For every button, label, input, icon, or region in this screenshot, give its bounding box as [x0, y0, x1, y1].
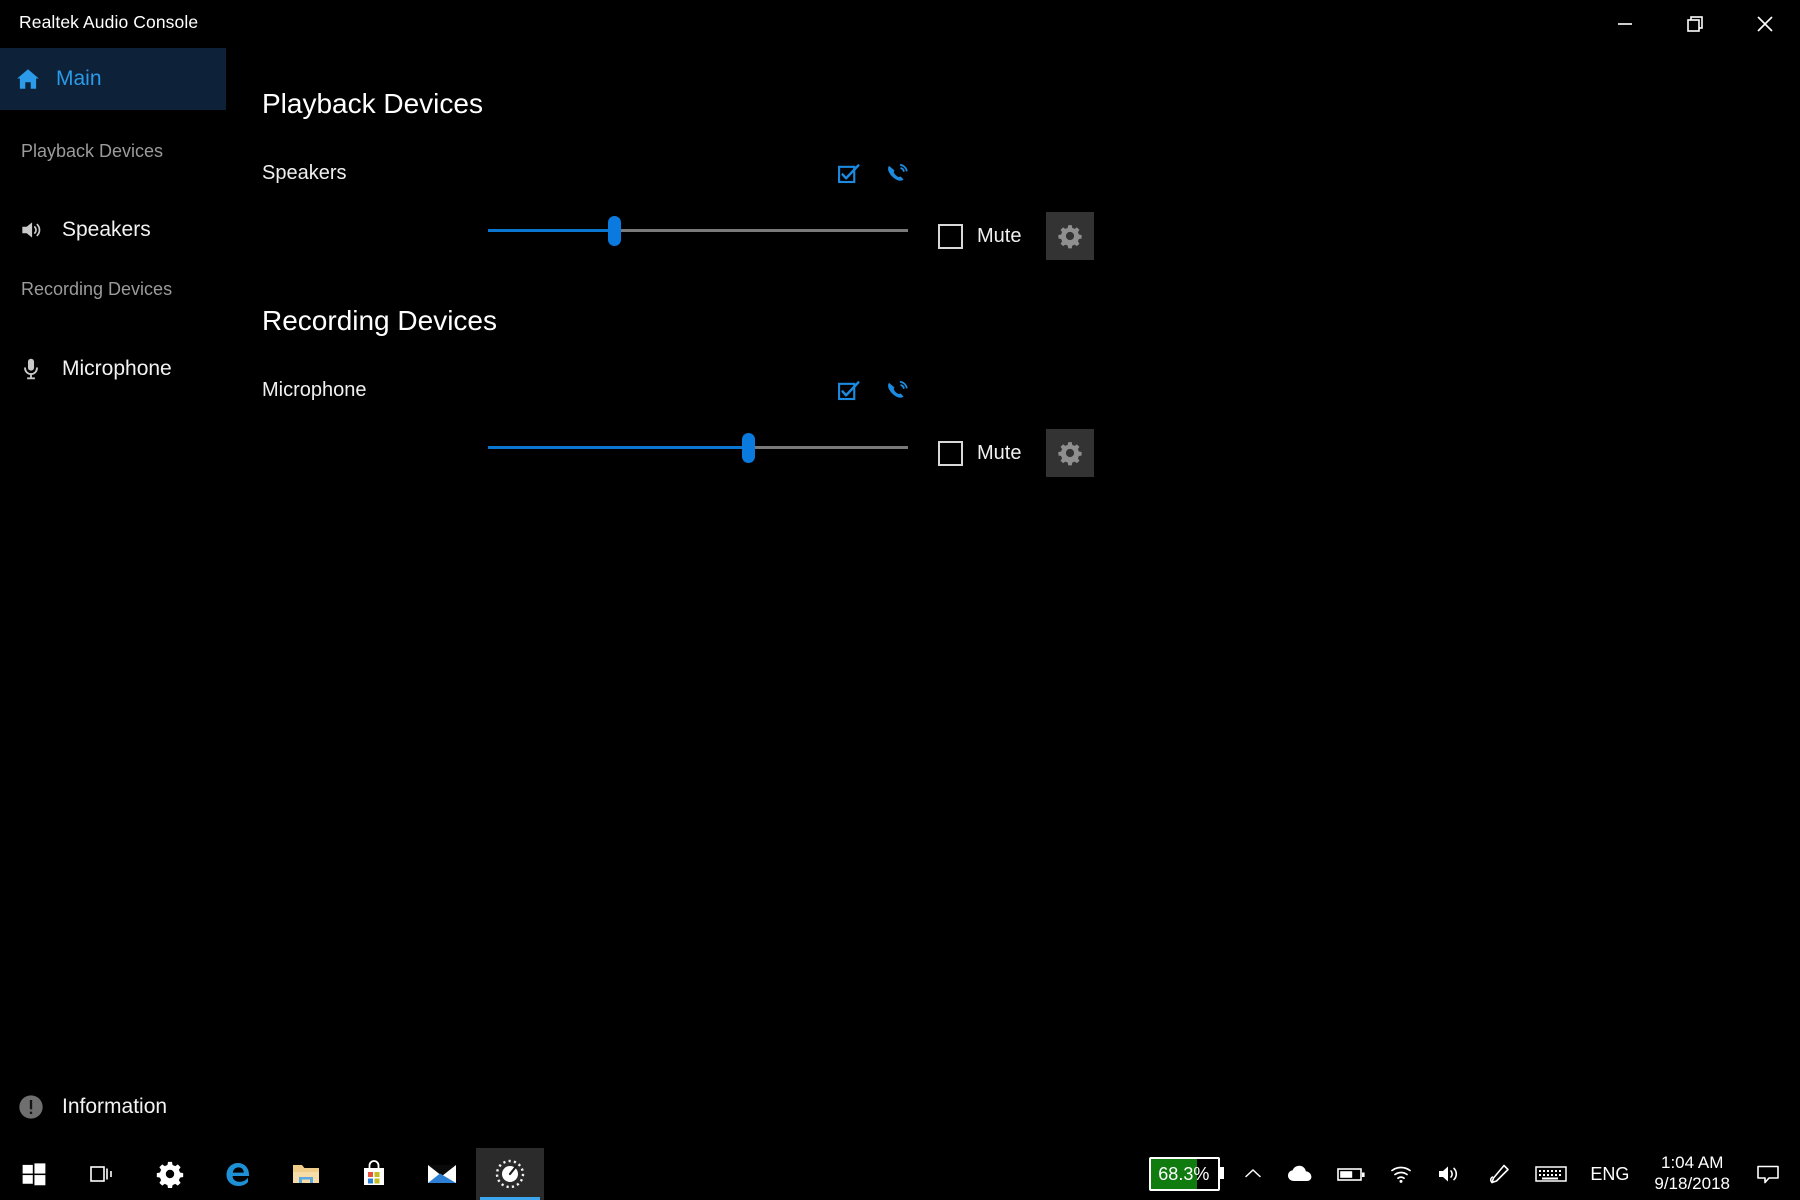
mail-envelope-icon: [426, 1161, 458, 1187]
speakers-mute-group: Mute: [938, 212, 1095, 260]
speakers-volume-slider[interactable]: [488, 212, 908, 250]
speakers-mute-label: Mute: [977, 224, 1022, 247]
window-controls: [1590, 0, 1800, 48]
edge-icon: [222, 1158, 254, 1190]
keyboard-icon: [1534, 1163, 1568, 1185]
task-view-icon: [88, 1161, 116, 1187]
battery-icon: [1336, 1164, 1366, 1184]
chevron-up-icon: [1242, 1163, 1264, 1185]
battery-percent-badge: 68.3%: [1149, 1157, 1225, 1191]
gear-icon: [156, 1160, 184, 1188]
onedrive-tray-icon[interactable]: [1275, 1148, 1325, 1200]
microsoft-store-button[interactable]: [340, 1148, 408, 1200]
mail-app-button[interactable]: [408, 1148, 476, 1200]
taskbar: 68.3% ENG 1:04 AM 9/18/2018: [0, 1148, 1800, 1200]
speaker-icon: [1436, 1162, 1464, 1186]
microphone-icon: [0, 356, 62, 382]
pen-workspace-tray-icon[interactable]: [1475, 1148, 1523, 1200]
sidebar-item-microphone-label: Microphone: [62, 357, 172, 380]
sidebar-item-main-label: Main: [56, 67, 102, 90]
realtek-audio-console-window: Realtek Audio Console Main Playback Devi…: [0, 0, 1800, 1148]
language-indicator[interactable]: ENG: [1579, 1148, 1640, 1200]
slider-thumb[interactable]: [608, 216, 621, 246]
taskbar-items: [0, 1148, 544, 1200]
battery-percent-label: 68.3%: [1158, 1163, 1210, 1184]
action-center-icon: [1755, 1162, 1781, 1186]
battery-tray-icon[interactable]: [1325, 1148, 1377, 1200]
realtek-audio-console-button[interactable]: [476, 1148, 544, 1200]
sidebar-item-main[interactable]: Main: [0, 48, 226, 110]
checkbox-check-icon[interactable]: [834, 160, 864, 190]
minimize-button[interactable]: [1590, 0, 1660, 48]
wifi-icon: [1388, 1163, 1414, 1185]
phone-call-icon[interactable]: [882, 377, 912, 407]
network-tray-icon[interactable]: [1377, 1148, 1425, 1200]
start-button[interactable]: [0, 1148, 68, 1200]
sidebar-item-microphone[interactable]: Microphone: [0, 345, 226, 393]
speakers-device-badges: [834, 160, 912, 190]
settings-app-button[interactable]: [136, 1148, 204, 1200]
info-icon: [0, 1093, 62, 1121]
windows-logo-icon: [21, 1161, 47, 1187]
sidebar-section-recording: Recording Devices: [21, 279, 173, 299]
microphone-device-badges: [834, 377, 912, 407]
speakers-settings-button[interactable]: [1046, 212, 1095, 260]
language-label: ENG: [1590, 1163, 1630, 1184]
title-bar: Realtek Audio Console: [0, 0, 1800, 48]
file-explorer-button[interactable]: [272, 1148, 340, 1200]
show-hidden-icons-button[interactable]: [1231, 1148, 1275, 1200]
slider-fill: [488, 446, 749, 449]
slider-fill: [488, 229, 614, 232]
sidebar: Main Playback Devices Speakers Recording…: [0, 48, 226, 1148]
sidebar-item-speakers-label: Speakers: [62, 218, 151, 241]
speakers-device-label: Speakers: [262, 162, 347, 184]
main-content: Playback Devices Speakers Mute Recording…: [226, 48, 1800, 1148]
gear-icon: [1057, 440, 1083, 466]
microphone-mute-label: Mute: [977, 441, 1022, 464]
battery-percent-indicator[interactable]: 68.3%: [1138, 1148, 1231, 1200]
clock[interactable]: 1:04 AM 9/18/2018: [1640, 1153, 1744, 1194]
speaker-icon: [0, 217, 62, 243]
task-view-button[interactable]: [68, 1148, 136, 1200]
home-icon: [0, 66, 56, 92]
battery-nub: [1220, 1167, 1225, 1179]
edge-browser-button[interactable]: [204, 1148, 272, 1200]
speakers-mute-checkbox[interactable]: [938, 223, 963, 249]
checkbox-check-icon[interactable]: [834, 377, 864, 407]
cloud-icon: [1286, 1163, 1314, 1185]
sidebar-item-information[interactable]: Information: [0, 1083, 226, 1131]
window-title: Realtek Audio Console: [19, 12, 199, 32]
phone-call-icon[interactable]: [882, 160, 912, 190]
sidebar-item-speakers[interactable]: Speakers: [0, 206, 226, 254]
microphone-settings-button[interactable]: [1046, 429, 1095, 477]
realtek-gauge-icon: [493, 1157, 527, 1191]
gear-icon: [1057, 223, 1083, 249]
pen-icon: [1486, 1162, 1512, 1186]
clock-date: 9/18/2018: [1654, 1174, 1730, 1193]
microphone-device-label: Microphone: [262, 379, 367, 401]
slider-thumb[interactable]: [742, 433, 756, 463]
system-tray: 68.3% ENG 1:04 AM 9/18/2018: [1138, 1148, 1800, 1200]
recording-devices-heading: Recording Devices: [262, 305, 497, 336]
volume-tray-icon[interactable]: [1425, 1148, 1475, 1200]
store-bag-icon: [360, 1159, 388, 1189]
microphone-mute-checkbox[interactable]: [938, 440, 963, 466]
action-center-button[interactable]: [1744, 1148, 1792, 1200]
sidebar-section-playback: Playback Devices: [21, 141, 164, 161]
touch-keyboard-button[interactable]: [1523, 1148, 1579, 1200]
folder-icon: [291, 1160, 321, 1188]
playback-devices-heading: Playback Devices: [262, 88, 483, 119]
restore-button[interactable]: [1660, 0, 1730, 48]
sidebar-item-information-label: Information: [62, 1095, 168, 1118]
close-button[interactable]: [1730, 0, 1800, 48]
clock-time: 1:04 AM: [1660, 1153, 1724, 1173]
microphone-volume-slider[interactable]: [488, 429, 908, 467]
microphone-mute-group: Mute: [938, 429, 1095, 477]
